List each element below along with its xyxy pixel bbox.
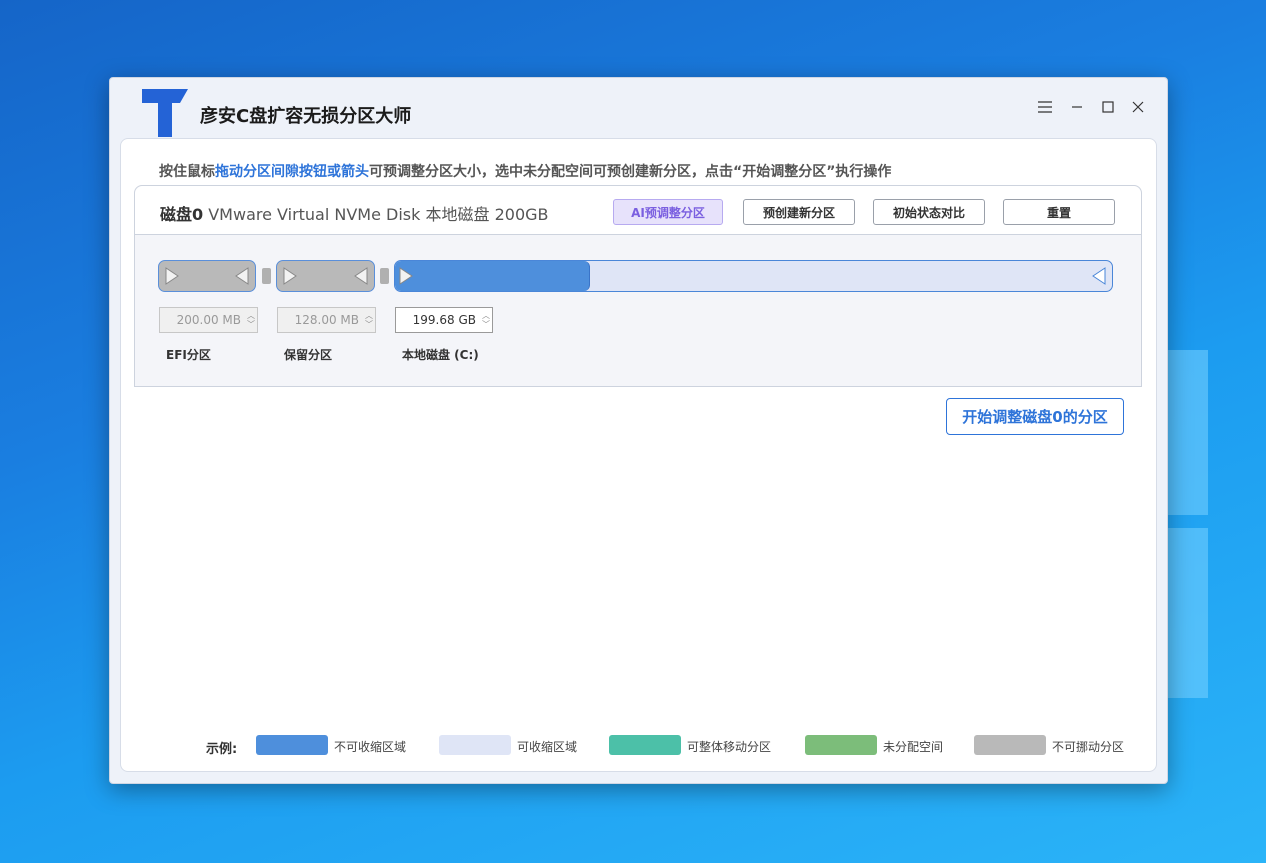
stepper-arrows-icon[interactable]: ︿ ﹀ — [363, 311, 375, 329]
disk-description: VMware Virtual NVMe Disk 本地磁盘 200GB — [203, 205, 549, 224]
stepper-arrows-icon[interactable]: ︿ ﹀ — [480, 311, 492, 329]
legend-label-movable: 可整体移动分区 — [687, 740, 772, 754]
hint-highlight: 拖动分区间隙按钮或箭头 — [215, 164, 369, 180]
ai-adjust-button[interactable]: AI预调整分区 — [613, 199, 723, 225]
left-arrow-handle-icon[interactable] — [281, 266, 299, 286]
efi-size-value: 200.00 MB — [176, 313, 241, 327]
app-title: 彦安C盘扩容无损分区大师 — [200, 106, 412, 127]
c-drive-size-stepper[interactable]: 199.68 GB ︿ ﹀ — [395, 307, 493, 333]
left-arrow-handle-icon[interactable] — [397, 266, 415, 286]
hint-prefix: 按住鼠标 — [159, 164, 215, 180]
efi-partition-bar[interactable] — [158, 260, 256, 292]
precreate-partition-button[interactable]: 预创建新分区 — [743, 199, 855, 225]
left-arrow-handle-icon[interactable] — [163, 266, 181, 286]
hint-suffix: 可预调整分区大小，选中未分配空间可预创建新分区，点击“开始调整分区”执行操作 — [369, 164, 892, 180]
c-drive-size-value: 199.68 GB — [412, 313, 476, 327]
reserved-size-value: 128.00 MB — [294, 313, 359, 327]
right-arrow-handle-icon[interactable] — [1090, 266, 1108, 286]
wallpaper-pane-upper — [1166, 350, 1208, 515]
efi-size-stepper[interactable]: 200.00 MB ︿ ﹀ — [159, 307, 258, 333]
legend-swatch-movable — [609, 735, 681, 755]
maximize-icon[interactable] — [1097, 96, 1119, 118]
legend-label-non-shrinkable: 不可收缩区域 — [334, 740, 407, 754]
gap-handle[interactable] — [380, 268, 389, 284]
legend-swatch-non-shrinkable — [256, 735, 328, 755]
reserved-partition-label: 保留分区 — [284, 348, 333, 362]
legend-label-immovable: 不可挪动分区 — [1052, 740, 1125, 754]
c-drive-partition-bar[interactable] — [394, 260, 1113, 292]
disk-title: 磁盘0 VMware Virtual NVMe Disk 本地磁盘 200GB — [160, 201, 549, 225]
title-bar[interactable]: 彦安C盘扩容无损分区大师 — [110, 78, 1167, 138]
gap-handle[interactable] — [262, 268, 271, 284]
main-content: 按住鼠标拖动分区间隙按钮或箭头可预调整分区大小，选中未分配空间可预创建新分区，点… — [120, 138, 1157, 772]
legend-label-unallocated: 未分配空间 — [883, 740, 944, 754]
app-logo-icon — [142, 89, 188, 137]
legend-swatch-immovable — [974, 735, 1046, 755]
right-arrow-handle-icon[interactable] — [352, 266, 370, 286]
legend-swatch-unallocated — [805, 735, 877, 755]
start-adjust-button[interactable]: 开始调整磁盘0的分区 — [946, 398, 1124, 435]
disk-panel: 磁盘0 VMware Virtual NVMe Disk 本地磁盘 200GB … — [134, 185, 1142, 387]
legend-swatch-shrinkable — [439, 735, 511, 755]
legend-label-shrinkable: 可收缩区域 — [517, 740, 578, 754]
minimize-icon[interactable] — [1066, 96, 1088, 118]
initial-state-compare-button[interactable]: 初始状态对比 — [873, 199, 985, 225]
efi-partition-label: EFI分区 — [166, 348, 211, 362]
c-drive-partition-label: 本地磁盘 (C:) — [402, 348, 479, 362]
right-arrow-handle-icon[interactable] — [233, 266, 251, 286]
stepper-arrows-icon[interactable]: ︿ ﹀ — [245, 311, 257, 329]
wallpaper-pane-lower — [1166, 528, 1208, 698]
instruction-hint: 按住鼠标拖动分区间隙按钮或箭头可预调整分区大小，选中未分配空间可预创建新分区，点… — [159, 161, 891, 181]
legend-title: 示例: — [206, 742, 238, 757]
c-drive-used-area — [395, 261, 590, 291]
disk-header: 磁盘0 VMware Virtual NVMe Disk 本地磁盘 200GB … — [135, 186, 1141, 235]
menu-icon[interactable] — [1034, 96, 1056, 118]
disk-id: 磁盘0 — [160, 205, 204, 224]
reserved-size-stepper[interactable]: 128.00 MB ︿ ﹀ — [277, 307, 376, 333]
reset-button[interactable]: 重置 — [1003, 199, 1115, 225]
reserved-partition-bar[interactable] — [276, 260, 375, 292]
close-icon[interactable] — [1127, 96, 1149, 118]
app-window: 彦安C盘扩容无损分区大师 按住鼠标拖动分区间隙按钮或箭头可预调整分区大小，选中未… — [109, 77, 1168, 784]
